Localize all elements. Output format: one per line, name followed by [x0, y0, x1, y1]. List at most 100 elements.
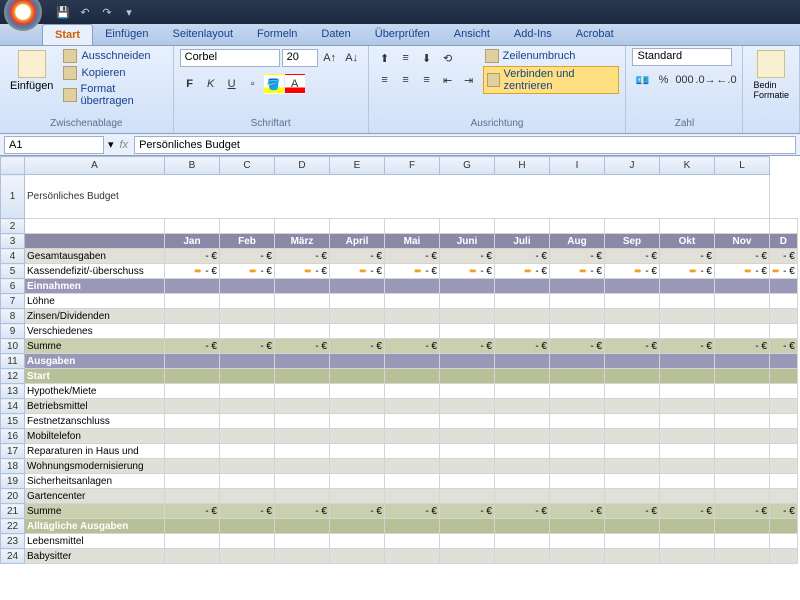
- align-middle-icon[interactable]: ≡: [396, 48, 416, 68]
- redo-icon[interactable]: ↷: [98, 3, 116, 21]
- cell[interactable]: - €: [605, 504, 660, 519]
- cell[interactable]: [220, 534, 275, 549]
- cell[interactable]: [550, 519, 605, 534]
- col-header[interactable]: E: [330, 157, 385, 175]
- cell[interactable]: ➨ - €: [330, 264, 385, 279]
- tab-ueberpruefen[interactable]: Überprüfen: [363, 24, 442, 45]
- cell[interactable]: [715, 369, 770, 384]
- cell[interactable]: [495, 384, 550, 399]
- row-header[interactable]: 17: [1, 444, 25, 459]
- cell[interactable]: - €: [275, 339, 330, 354]
- cell[interactable]: [440, 324, 495, 339]
- cell[interactable]: [440, 444, 495, 459]
- cell[interactable]: [770, 474, 798, 489]
- cond-format-button[interactable]: Bedin Formatie: [749, 48, 793, 102]
- row-label[interactable]: Mobiltelefon: [25, 429, 165, 444]
- cell[interactable]: [495, 549, 550, 564]
- cell[interactable]: [605, 444, 660, 459]
- paste-button[interactable]: Einfügen: [6, 48, 57, 94]
- cell[interactable]: [770, 279, 798, 294]
- col-header[interactable]: F: [385, 157, 440, 175]
- bold-button[interactable]: F: [180, 74, 200, 94]
- title-cell[interactable]: Persönliches Budget: [25, 175, 770, 219]
- month-header[interactable]: Nov: [715, 234, 770, 249]
- cell[interactable]: - €: [660, 504, 715, 519]
- cell[interactable]: [330, 309, 385, 324]
- row-header[interactable]: 24: [1, 549, 25, 564]
- cell[interactable]: - €: [770, 339, 798, 354]
- cell[interactable]: [330, 534, 385, 549]
- month-header[interactable]: Juli: [495, 234, 550, 249]
- cell[interactable]: [715, 444, 770, 459]
- cell[interactable]: [275, 219, 330, 234]
- cell[interactable]: [165, 279, 220, 294]
- cell[interactable]: [495, 399, 550, 414]
- cell[interactable]: [715, 549, 770, 564]
- cell[interactable]: [275, 489, 330, 504]
- cell[interactable]: [275, 309, 330, 324]
- row-header[interactable]: 20: [1, 489, 25, 504]
- cell[interactable]: [660, 354, 715, 369]
- cell[interactable]: [605, 219, 660, 234]
- cell[interactable]: [660, 549, 715, 564]
- month-header[interactable]: Aug: [550, 234, 605, 249]
- row-label[interactable]: Gesamtausgaben: [25, 249, 165, 264]
- cell[interactable]: [385, 474, 440, 489]
- cell[interactable]: [220, 519, 275, 534]
- col-header[interactable]: C: [220, 157, 275, 175]
- cell[interactable]: [715, 354, 770, 369]
- tab-daten[interactable]: Daten: [309, 24, 362, 45]
- row-header[interactable]: 1: [1, 175, 25, 219]
- cell[interactable]: [220, 459, 275, 474]
- cell[interactable]: [605, 354, 660, 369]
- row-header[interactable]: 21: [1, 504, 25, 519]
- cell[interactable]: [440, 414, 495, 429]
- cell[interactable]: [550, 399, 605, 414]
- col-header[interactable]: J: [605, 157, 660, 175]
- cell[interactable]: [330, 354, 385, 369]
- align-right-icon[interactable]: ≡: [417, 70, 437, 90]
- cell[interactable]: [550, 549, 605, 564]
- cut-button[interactable]: Ausschneiden: [61, 48, 166, 64]
- cell[interactable]: ➨ - €: [715, 264, 770, 279]
- cell[interactable]: [440, 279, 495, 294]
- cell[interactable]: [275, 459, 330, 474]
- cell[interactable]: - €: [165, 504, 220, 519]
- cell[interactable]: [385, 354, 440, 369]
- cell[interactable]: - €: [220, 249, 275, 264]
- cell[interactable]: [550, 354, 605, 369]
- cell[interactable]: ➨ - €: [660, 264, 715, 279]
- cell[interactable]: [550, 474, 605, 489]
- cell[interactable]: [385, 309, 440, 324]
- cell[interactable]: [220, 369, 275, 384]
- cell[interactable]: [220, 429, 275, 444]
- cell[interactable]: [715, 294, 770, 309]
- cell[interactable]: [660, 429, 715, 444]
- cell[interactable]: [440, 429, 495, 444]
- currency-icon[interactable]: 💶: [632, 70, 652, 90]
- row-header[interactable]: 11: [1, 354, 25, 369]
- cell[interactable]: [330, 444, 385, 459]
- cell[interactable]: [770, 324, 798, 339]
- cell[interactable]: [165, 384, 220, 399]
- cell[interactable]: [550, 279, 605, 294]
- copy-button[interactable]: Kopieren: [61, 65, 166, 81]
- row-label[interactable]: Festnetzanschluss: [25, 414, 165, 429]
- cell[interactable]: ➨ - €: [605, 264, 660, 279]
- cell[interactable]: [440, 549, 495, 564]
- cell[interactable]: [770, 219, 798, 234]
- month-header[interactable]: Juni: [440, 234, 495, 249]
- cell[interactable]: [165, 324, 220, 339]
- cell[interactable]: [440, 459, 495, 474]
- cell[interactable]: [550, 534, 605, 549]
- cell[interactable]: [770, 549, 798, 564]
- month-header[interactable]: April: [330, 234, 385, 249]
- cell[interactable]: ➨ - €: [770, 264, 798, 279]
- cell[interactable]: [165, 519, 220, 534]
- row-header[interactable]: 6: [1, 279, 25, 294]
- section-header[interactable]: Einnahmen: [25, 279, 165, 294]
- row-header[interactable]: 16: [1, 429, 25, 444]
- cell[interactable]: [440, 399, 495, 414]
- cell[interactable]: [385, 444, 440, 459]
- cell[interactable]: - €: [385, 504, 440, 519]
